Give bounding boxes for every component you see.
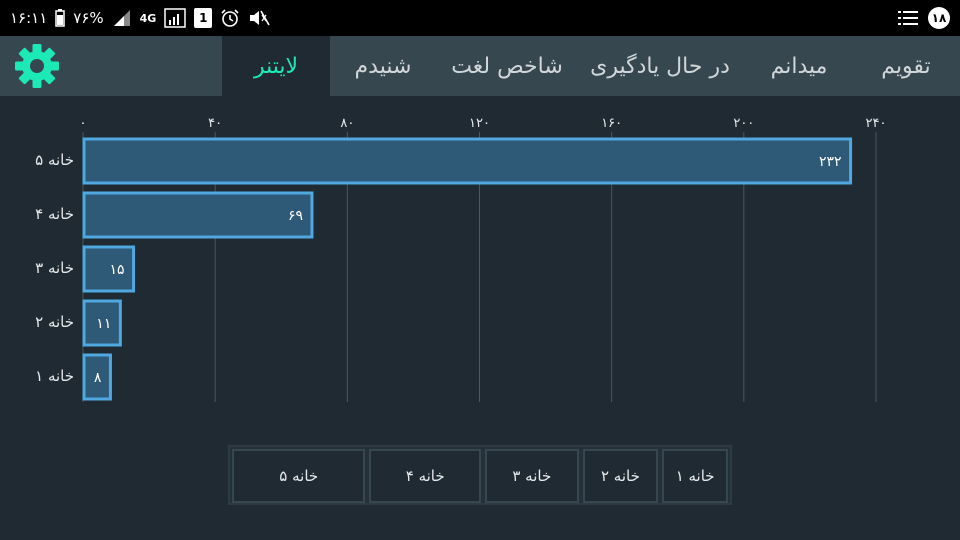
legend-label: خانه ۴ xyxy=(405,467,445,485)
category-label: خانه ۵ xyxy=(35,151,74,169)
legend-label: خانه ۳ xyxy=(512,467,552,485)
bar-value-label: ۸ xyxy=(94,370,102,386)
tab-calendar[interactable]: تقویم xyxy=(856,36,956,96)
status-left: ۱۶:۱۱ ۷۶% 4G 1 xyxy=(10,8,271,28)
category-label: خانه ۴ xyxy=(35,205,74,223)
status-right: ۱۸ xyxy=(898,7,950,29)
category-label: خانه ۳ xyxy=(35,259,74,277)
alarm-icon xyxy=(220,8,240,28)
x-tick-label: ۱۲۰ xyxy=(469,116,490,131)
legend-item-box-5[interactable]: خانه ۵ xyxy=(232,449,366,503)
bar xyxy=(82,137,853,185)
sim-number: 1 xyxy=(199,11,208,25)
gear-icon xyxy=(15,44,59,88)
bar-value-label: ۱۵ xyxy=(110,262,125,278)
legend-label: خانه ۲ xyxy=(600,467,640,485)
notification-badge[interactable]: ۱۸ xyxy=(928,7,950,29)
clock: ۱۶:۱۱ xyxy=(10,9,48,27)
tab-label: شاخص لغت xyxy=(451,53,563,79)
bar-chart: ۰ ۴۰ ۸۰ ۱۲۰ ۱۶۰ ۲۰۰ ۲۴۰ ۲۳۲ خانه ۵ ۶۹ خانه ۴ ۱۵ خانه… xyxy=(35,116,887,402)
chart-legend: خانه ۱ خانه ۲ خانه ۳ خانه ۴ خانه ۵ xyxy=(228,445,732,505)
mute-icon xyxy=(248,8,271,28)
bar-value-label: ۶۹ xyxy=(288,208,303,224)
tab-bar: تقویم میدانم در حال یادگیری شاخص لغت شنی… xyxy=(0,36,960,96)
x-tick-label: ۱۶۰ xyxy=(601,116,622,131)
bar-value-label: ۱۱ xyxy=(96,316,111,332)
x-tick-label: ۲۴۰ xyxy=(866,116,887,131)
category-label: خانه ۱ xyxy=(35,367,74,385)
menu-list-icon[interactable] xyxy=(898,9,918,27)
battery-percent: ۷۶% xyxy=(73,9,104,27)
category-label: خانه ۲ xyxy=(35,313,74,331)
tab-label: در حال یادگیری xyxy=(590,53,730,79)
tab-word-index[interactable]: شاخص لغت xyxy=(436,36,578,96)
status-bar: ۱۶:۱۱ ۷۶% 4G 1 ۱۸ xyxy=(0,0,960,36)
tab-label: شنیدم xyxy=(354,53,412,79)
legend-item-box-4[interactable]: خانه ۴ xyxy=(369,449,481,503)
bar xyxy=(82,191,314,239)
x-tick-label: ۲۰۰ xyxy=(733,116,754,131)
tab-known[interactable]: میدانم xyxy=(752,36,846,96)
x-tick-label: ۸۰ xyxy=(340,116,354,131)
legend-label: خانه ۵ xyxy=(279,467,319,485)
tab-label: میدانم xyxy=(770,53,828,79)
battery-icon xyxy=(55,9,66,27)
network-type: 4G xyxy=(139,11,157,25)
tab-learning[interactable]: در حال یادگیری xyxy=(578,36,742,96)
x-tick-label: ۰ xyxy=(80,116,87,131)
sim-icon: 1 xyxy=(194,8,213,28)
signal-icon xyxy=(112,9,132,27)
legend-item-box-1[interactable]: خانه ۱ xyxy=(662,449,728,503)
legend-item-box-3[interactable]: خانه ۳ xyxy=(484,449,579,503)
tab-label: تقویم xyxy=(881,53,931,79)
settings-button[interactable] xyxy=(14,43,60,89)
leitner-chart: ۰ ۴۰ ۸۰ ۱۲۰ ۱۶۰ ۲۰۰ ۲۴۰ ۲۳۲ خانه ۵ ۶۹ خانه ۴ ۱۵ خانه… xyxy=(0,96,960,426)
legend-item-box-2[interactable]: خانه ۲ xyxy=(582,449,659,503)
tab-heard[interactable]: شنیدم xyxy=(330,36,436,96)
legend-label: خانه ۱ xyxy=(675,467,715,485)
signal-bars-icon xyxy=(164,8,187,28)
bar-value-label: ۲۳۲ xyxy=(819,154,842,170)
tab-label: لایتنر xyxy=(253,53,299,79)
tab-leitner[interactable]: لایتنر xyxy=(222,36,330,96)
x-tick-label: ۴۰ xyxy=(208,116,222,131)
